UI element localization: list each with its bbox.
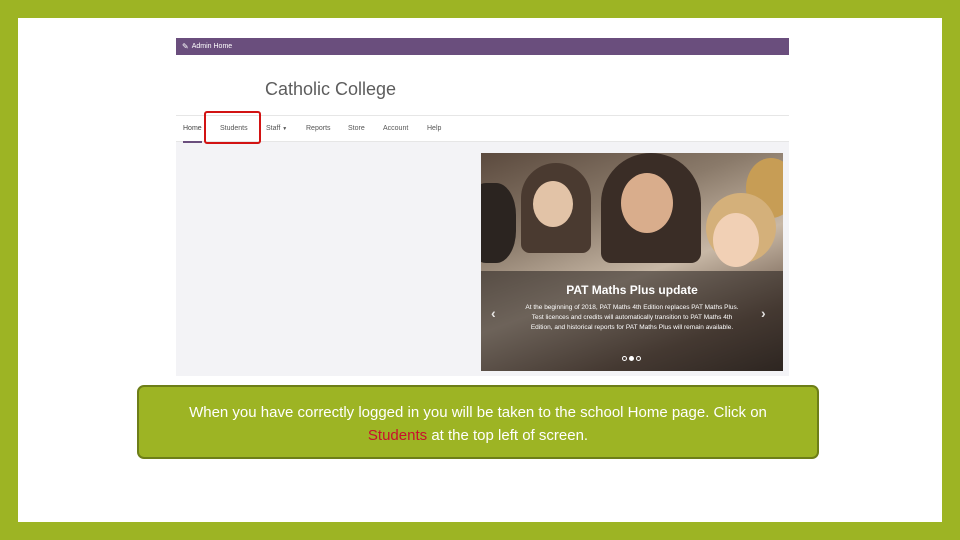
nav-store[interactable]: Store xyxy=(348,116,365,141)
callout-text-before: When you have correctly logged in you wi… xyxy=(189,404,767,421)
carousel-photo-shape xyxy=(533,181,573,227)
school-name: Catholic College xyxy=(265,79,397,99)
nav-account[interactable]: Account xyxy=(383,116,408,141)
students-highlight-box xyxy=(204,111,261,144)
carousel-body: At the beginning of 2018, PAT Maths 4th … xyxy=(525,304,739,331)
site-header: Catholic College xyxy=(176,55,789,115)
nav-home[interactable]: Home xyxy=(183,116,202,143)
chevron-right-icon[interactable]: › xyxy=(761,305,766,321)
nav-staff[interactable]: Staff ▼ xyxy=(266,116,287,141)
nav-staff-label: Staff xyxy=(266,125,281,132)
nav-help[interactable]: Help xyxy=(427,116,441,141)
carousel-photo-shape xyxy=(621,173,673,233)
wrench-icon: ✎ xyxy=(182,42,189,51)
website-screenshot: ✎ Admin Home Catholic College Home Stude… xyxy=(176,38,789,376)
chevron-left-icon[interactable]: ‹ xyxy=(491,305,496,321)
carousel-title: PAT Maths Plus update xyxy=(566,283,698,297)
carousel-photo-shape xyxy=(713,213,759,267)
main-nav: Home Students Staff ▼ Reports Store Accou… xyxy=(176,115,789,143)
admin-bar[interactable]: ✎ Admin Home xyxy=(176,38,789,55)
carousel-dot-active[interactable] xyxy=(629,356,634,361)
nav-reports[interactable]: Reports xyxy=(306,116,331,141)
instruction-callout: When you have correctly logged in you wi… xyxy=(137,385,819,459)
carousel-dot[interactable] xyxy=(622,356,627,361)
news-carousel[interactable]: PAT Maths Plus update At the beginning o… xyxy=(481,153,783,371)
caret-down-icon: ▼ xyxy=(282,126,288,132)
admin-home-link[interactable]: Admin Home xyxy=(192,43,232,50)
callout-highlight: Students xyxy=(367,427,428,444)
callout-text-after: at the top left of screen. xyxy=(431,427,589,444)
carousel-indicators xyxy=(622,356,641,361)
carousel-dot[interactable] xyxy=(636,356,641,361)
carousel-photo-shape xyxy=(481,183,516,263)
